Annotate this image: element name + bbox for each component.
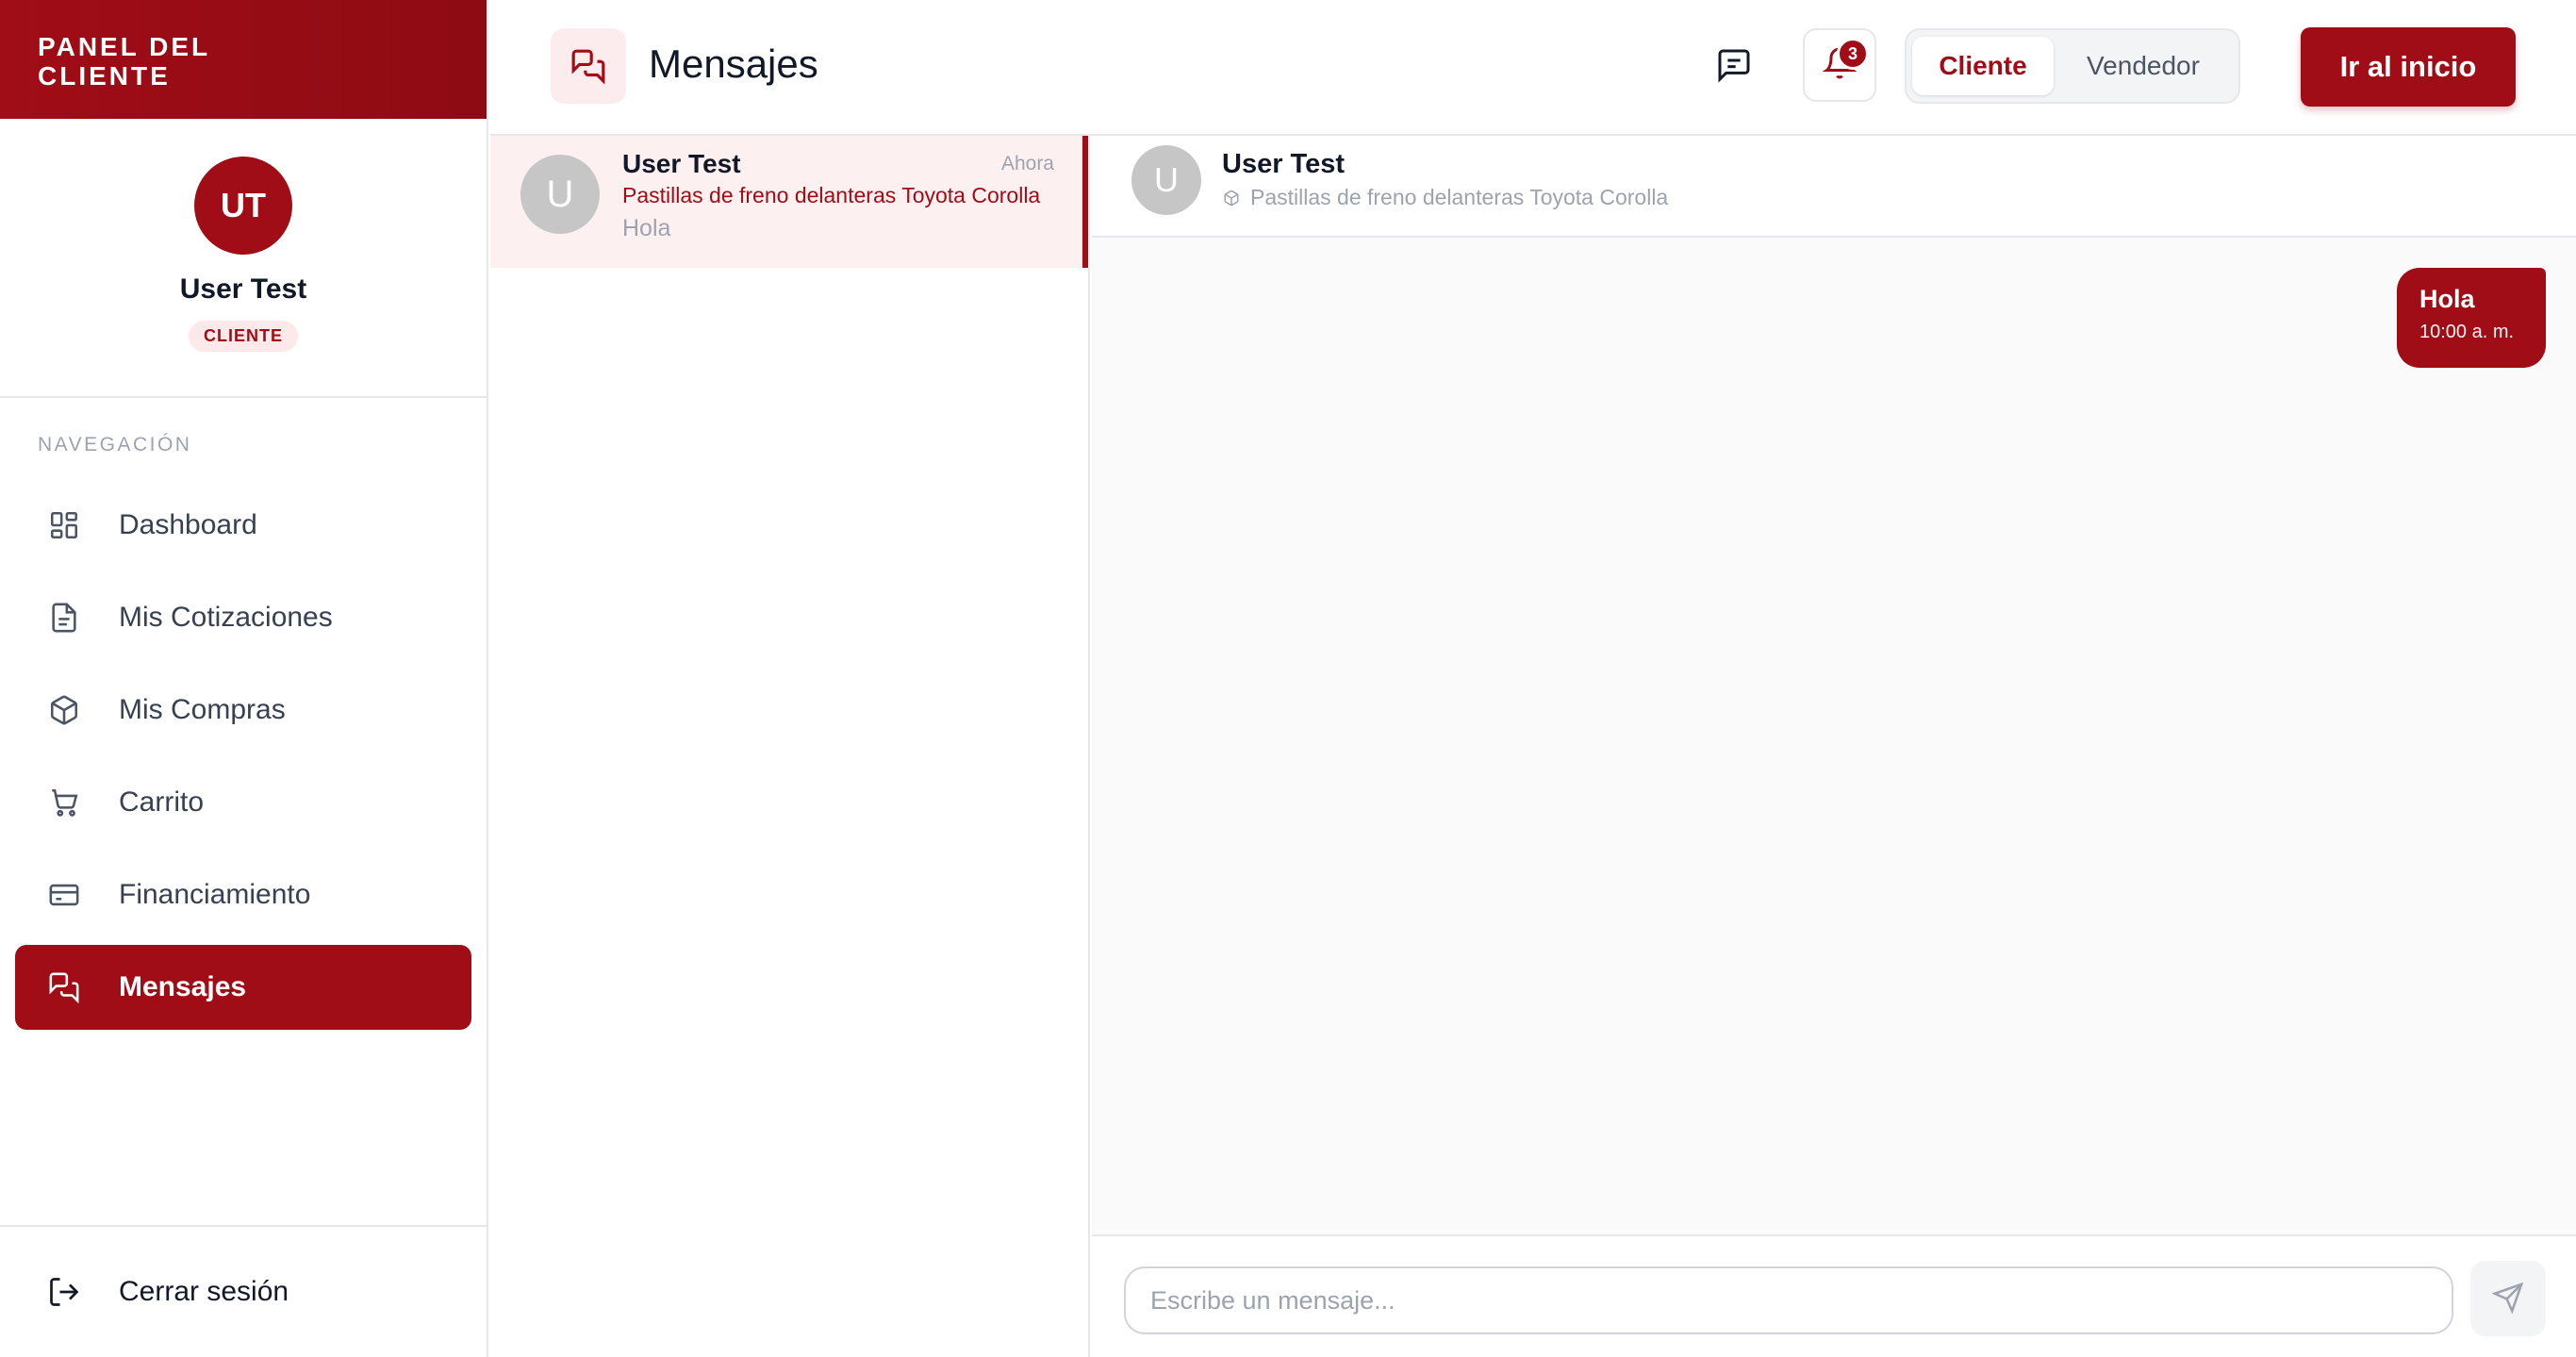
message-input[interactable] xyxy=(1124,1266,2453,1334)
message-bubble: Hola 10:00 a. m. xyxy=(2397,268,2546,368)
conversation-preview: Hola xyxy=(622,215,671,241)
notification-count-badge: 3 xyxy=(1837,38,1869,70)
avatar: U xyxy=(520,155,600,234)
message-time: 10:00 a. m. xyxy=(2419,322,2515,342)
role-option-vendedor[interactable]: Vendedor xyxy=(2054,37,2233,95)
logout-button[interactable]: Cerrar sesión xyxy=(0,1227,487,1357)
avatar: UT xyxy=(194,157,292,255)
sidebar-item-cotizaciones[interactable]: Mis Cotizaciones xyxy=(15,575,471,660)
message-composer xyxy=(1092,1234,2576,1357)
sidebar-item-mensajes[interactable]: Mensajes xyxy=(15,945,471,1030)
avatar: U xyxy=(1131,145,1201,215)
role-badge: CLIENTE xyxy=(188,321,298,352)
panel-title: PANEL DEL CLIENTE xyxy=(38,32,210,91)
notifications-button[interactable]: 3 xyxy=(1803,28,1876,102)
topbar: Mensajes 3 Cliente Vendedor Ir al inicio xyxy=(490,0,2576,136)
sidebar-item-label: Financiamiento xyxy=(119,879,311,910)
sidebar-item-compras[interactable]: Mis Compras xyxy=(15,668,471,753)
logout-label: Cerrar sesión xyxy=(119,1276,289,1307)
app-root: PANEL DEL CLIENTE UT User Test CLIENTE N… xyxy=(0,0,2576,1357)
role-option-cliente[interactable]: Cliente xyxy=(1912,37,2054,95)
sidebar-item-financiamiento[interactable]: Financiamiento xyxy=(15,852,471,937)
list-item[interactable]: U User Test Ahora Pastillas de freno del… xyxy=(490,136,1088,268)
cart-icon xyxy=(45,784,83,821)
package-icon xyxy=(45,691,83,729)
chat-contact-name: User Test xyxy=(1222,149,1346,179)
conversation-list: U User Test Ahora Pastillas de freno del… xyxy=(490,136,1090,1357)
chat-panel: U User Test Pastillas de freno delantera… xyxy=(1092,136,2576,1357)
package-icon xyxy=(1222,189,1241,207)
page-title: Mensajes xyxy=(649,41,818,86)
conversation-product: Pastillas de freno delanteras Toyota Cor… xyxy=(622,183,1041,207)
message-area: Hola 10:00 a. m. xyxy=(1092,238,2576,1234)
send-button[interactable] xyxy=(2470,1261,2546,1336)
sidebar-item-label: Mis Compras xyxy=(119,694,286,725)
sidebar-nav: Dashboard Mis Cotizaciones Mis Compras C… xyxy=(0,483,487,1030)
message-text: Hola xyxy=(2419,285,2475,313)
messages-icon xyxy=(45,968,83,1006)
sidebar-item-label: Carrito xyxy=(119,786,205,818)
go-home-button[interactable]: Ir al inicio xyxy=(2301,27,2516,107)
sidebar-item-label: Dashboard xyxy=(119,509,257,540)
sidebar-footer: Cerrar sesión xyxy=(0,1225,487,1357)
chat-header: U User Test Pastillas de freno delantera… xyxy=(1092,136,2576,238)
user-name: User Test xyxy=(179,273,307,305)
messages-icon xyxy=(551,28,626,104)
sidebar-item-label: Mis Cotizaciones xyxy=(119,602,333,633)
conversation-name: User Test xyxy=(622,149,741,178)
document-icon xyxy=(45,599,83,637)
logout-icon xyxy=(45,1273,83,1311)
nav-section-title: NAVEGACIÓN xyxy=(38,434,192,455)
role-switch: Cliente Vendedor xyxy=(1905,28,2240,104)
conversation-time: Ahora xyxy=(1000,153,1054,174)
chat-icon xyxy=(1715,46,1753,89)
dashboard-icon xyxy=(45,506,83,544)
chat-button[interactable] xyxy=(1710,43,1758,91)
sidebar-item-carrito[interactable]: Carrito xyxy=(15,760,471,845)
sidebar-header: PANEL DEL CLIENTE xyxy=(0,0,487,119)
sidebar-item-dashboard[interactable]: Dashboard xyxy=(15,483,471,568)
chat-product-label: Pastillas de freno delanteras Toyota Cor… xyxy=(1250,185,1669,209)
send-icon xyxy=(2491,1282,2524,1316)
sidebar-item-label: Mensajes xyxy=(119,971,247,1002)
user-profile: UT User Test CLIENTE xyxy=(0,119,487,398)
credit-card-icon xyxy=(45,876,83,914)
sidebar: PANEL DEL CLIENTE UT User Test CLIENTE N… xyxy=(0,0,488,1357)
chat-product: Pastillas de freno delanteras Toyota Cor… xyxy=(1222,185,1668,210)
